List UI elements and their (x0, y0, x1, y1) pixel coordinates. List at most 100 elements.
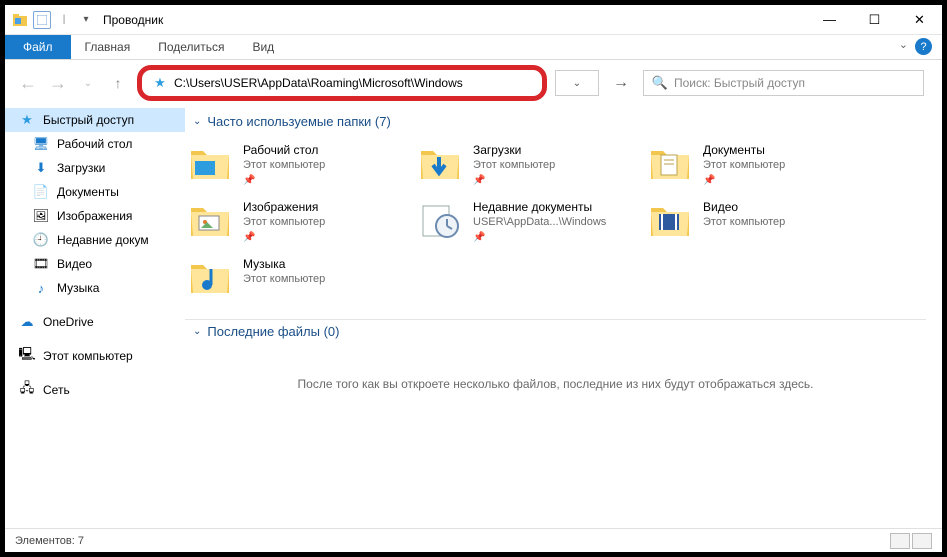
sidebar-item-documents[interactable]: 📄Документы (5, 180, 185, 204)
folder-meta: ДокументыЭтот компьютер📌 (703, 143, 785, 188)
sidebar-item-label: Загрузки (57, 161, 105, 175)
folder-location: USER\AppData...\Windows (473, 215, 606, 230)
music-icon: ♪ (33, 280, 49, 296)
tab-home[interactable]: Главная (71, 35, 145, 59)
pin-icon: 📌 (243, 173, 325, 188)
section-title: Последние файлы (0) (207, 324, 339, 339)
quick-access-star-icon: ★ (152, 75, 168, 91)
chevron-down-icon: ⌄ (193, 116, 201, 127)
sidebar-item-recent[interactable]: 🕘Недавние докум (5, 228, 185, 252)
folder-name: Рабочий стол (243, 143, 325, 158)
sidebar-quick-access[interactable]: ★ Быстрый доступ (5, 108, 185, 132)
address-bar[interactable]: ★ C:\Users\USER\AppData\Roaming\Microsof… (137, 65, 547, 101)
folder-meta: МузыкаЭтот компьютер (243, 257, 325, 297)
address-dropdown[interactable]: ⌄ (555, 70, 599, 96)
view-large-button[interactable] (912, 533, 932, 549)
body: ★ Быстрый доступ 🖥Рабочий стол ⬇Загрузки… (5, 106, 942, 528)
videos-icon: 🎞 (33, 256, 49, 272)
ribbon-expand-icon[interactable]: ⌄ (899, 38, 908, 51)
folder-tile[interactable]: ДокументыЭтот компьютер📌 (645, 137, 875, 194)
window-title: Проводник (103, 13, 163, 27)
sidebar-label: Быстрый доступ (43, 113, 134, 127)
qat-properties-icon[interactable] (33, 11, 51, 29)
sidebar-network[interactable]: 🖧 Сеть (5, 378, 185, 402)
folder-tile[interactable]: ИзображенияЭтот компьютер📌 (185, 194, 415, 251)
tab-share[interactable]: Поделиться (144, 35, 238, 59)
maximize-button[interactable]: ☐ (852, 5, 897, 35)
documents-icon: 📄 (33, 184, 49, 200)
folder-icon (189, 200, 233, 240)
view-details-button[interactable] (890, 533, 910, 549)
status-bar: Элементов: 7 (5, 528, 942, 552)
explorer-window: | ▾ Проводник — ☐ ✕ Файл Главная Поделит… (0, 0, 947, 557)
folder-location: Этот компьютер (243, 272, 325, 287)
recent-files-header[interactable]: ⌄ Последние файлы (0) (185, 320, 926, 347)
up-button[interactable]: ↑ (107, 75, 129, 91)
folder-tile[interactable]: Недавние документыUSER\AppData...\Window… (415, 194, 645, 251)
folder-tile[interactable]: ВидеоЭтот компьютер (645, 194, 875, 251)
pc-icon: 🖳 (19, 348, 35, 364)
folder-icon (649, 200, 693, 240)
sidebar-this-pc[interactable]: 🖳 Этот компьютер (5, 344, 185, 368)
navigation-pane: ★ Быстрый доступ 🖥Рабочий стол ⬇Загрузки… (5, 106, 185, 528)
sidebar-item-music[interactable]: ♪Музыка (5, 276, 185, 300)
qat-customize-icon[interactable]: ▾ (77, 11, 95, 29)
recent-locations-icon[interactable]: ⌄ (77, 78, 99, 89)
folder-icon (419, 200, 463, 240)
folder-name: Документы (703, 143, 785, 158)
folder-grid: Рабочий столЭтот компьютер📌ЗагрузкиЭтот … (185, 137, 926, 303)
folder-name: Видео (703, 200, 785, 215)
close-button[interactable]: ✕ (897, 5, 942, 35)
address-row: ← → ⌄ ↑ ★ C:\Users\USER\AppData\Roaming\… (5, 60, 942, 106)
forward-button[interactable]: → (47, 73, 69, 94)
folder-meta: ИзображенияЭтот компьютер📌 (243, 200, 325, 245)
pictures-icon: 🖼 (33, 208, 49, 224)
folder-location: Этот компьютер (243, 158, 325, 173)
sidebar-item-label: Видео (57, 257, 92, 271)
qat-separator: | (55, 11, 73, 29)
folder-tile[interactable]: МузыкаЭтот компьютер (185, 251, 415, 303)
pin-icon: 📌 (473, 230, 606, 245)
sidebar-item-desktop[interactable]: 🖥Рабочий стол (5, 132, 185, 156)
folder-name: Изображения (243, 200, 325, 215)
pin-icon: 📌 (473, 173, 555, 188)
file-tab[interactable]: Файл (5, 35, 71, 59)
back-button[interactable]: ← (17, 73, 39, 94)
folder-meta: Рабочий столЭтот компьютер📌 (243, 143, 325, 188)
chevron-down-icon: ⌄ (193, 326, 201, 337)
help-button[interactable]: ? (915, 38, 932, 55)
minimize-button[interactable]: — (807, 5, 852, 35)
titlebar: | ▾ Проводник — ☐ ✕ (5, 5, 942, 35)
search-placeholder: Поиск: Быстрый доступ (674, 76, 805, 90)
sidebar-item-downloads[interactable]: ⬇Загрузки (5, 156, 185, 180)
folder-name: Музыка (243, 257, 325, 272)
folder-tile[interactable]: Рабочий столЭтот компьютер📌 (185, 137, 415, 194)
folder-location: Этот компьютер (243, 215, 325, 230)
folder-tile[interactable]: ЗагрузкиЭтот компьютер📌 (415, 137, 645, 194)
empty-recent-message: После того как вы откроете несколько фай… (185, 347, 926, 421)
sidebar-item-label: Этот компьютер (43, 349, 133, 363)
folder-name: Недавние документы (473, 200, 606, 215)
explorer-app-icon (11, 11, 29, 29)
folder-meta: ВидеоЭтот компьютер (703, 200, 785, 245)
network-icon: 🖧 (19, 382, 35, 398)
search-input[interactable]: 🔍 Поиск: Быстрый доступ (643, 70, 924, 96)
recent-icon: 🕘 (33, 232, 49, 248)
address-path: C:\Users\USER\AppData\Roaming\Microsoft\… (174, 76, 463, 90)
star-icon: ★ (19, 112, 35, 128)
ribbon: Файл Главная Поделиться Вид ⌄ ? (5, 35, 942, 60)
folder-icon (189, 143, 233, 183)
sidebar-item-pictures[interactable]: 🖼Изображения (5, 204, 185, 228)
frequent-folders-header[interactable]: ⌄ Часто используемые папки (7) (185, 110, 926, 137)
folder-icon (649, 143, 693, 183)
content-pane: ⌄ Часто используемые папки (7) Рабочий с… (185, 106, 942, 528)
desktop-icon: 🖥 (33, 136, 49, 152)
sidebar-onedrive[interactable]: ☁OneDrive (5, 310, 185, 334)
sidebar-item-videos[interactable]: 🎞 Видео (5, 252, 185, 276)
search-icon: 🔍 (652, 75, 668, 91)
folder-name: Загрузки (473, 143, 555, 158)
folder-meta: ЗагрузкиЭтот компьютер📌 (473, 143, 555, 188)
sidebar-item-label: Сеть (43, 383, 70, 397)
go-refresh-button[interactable]: → (607, 74, 635, 92)
tab-view[interactable]: Вид (238, 35, 288, 59)
